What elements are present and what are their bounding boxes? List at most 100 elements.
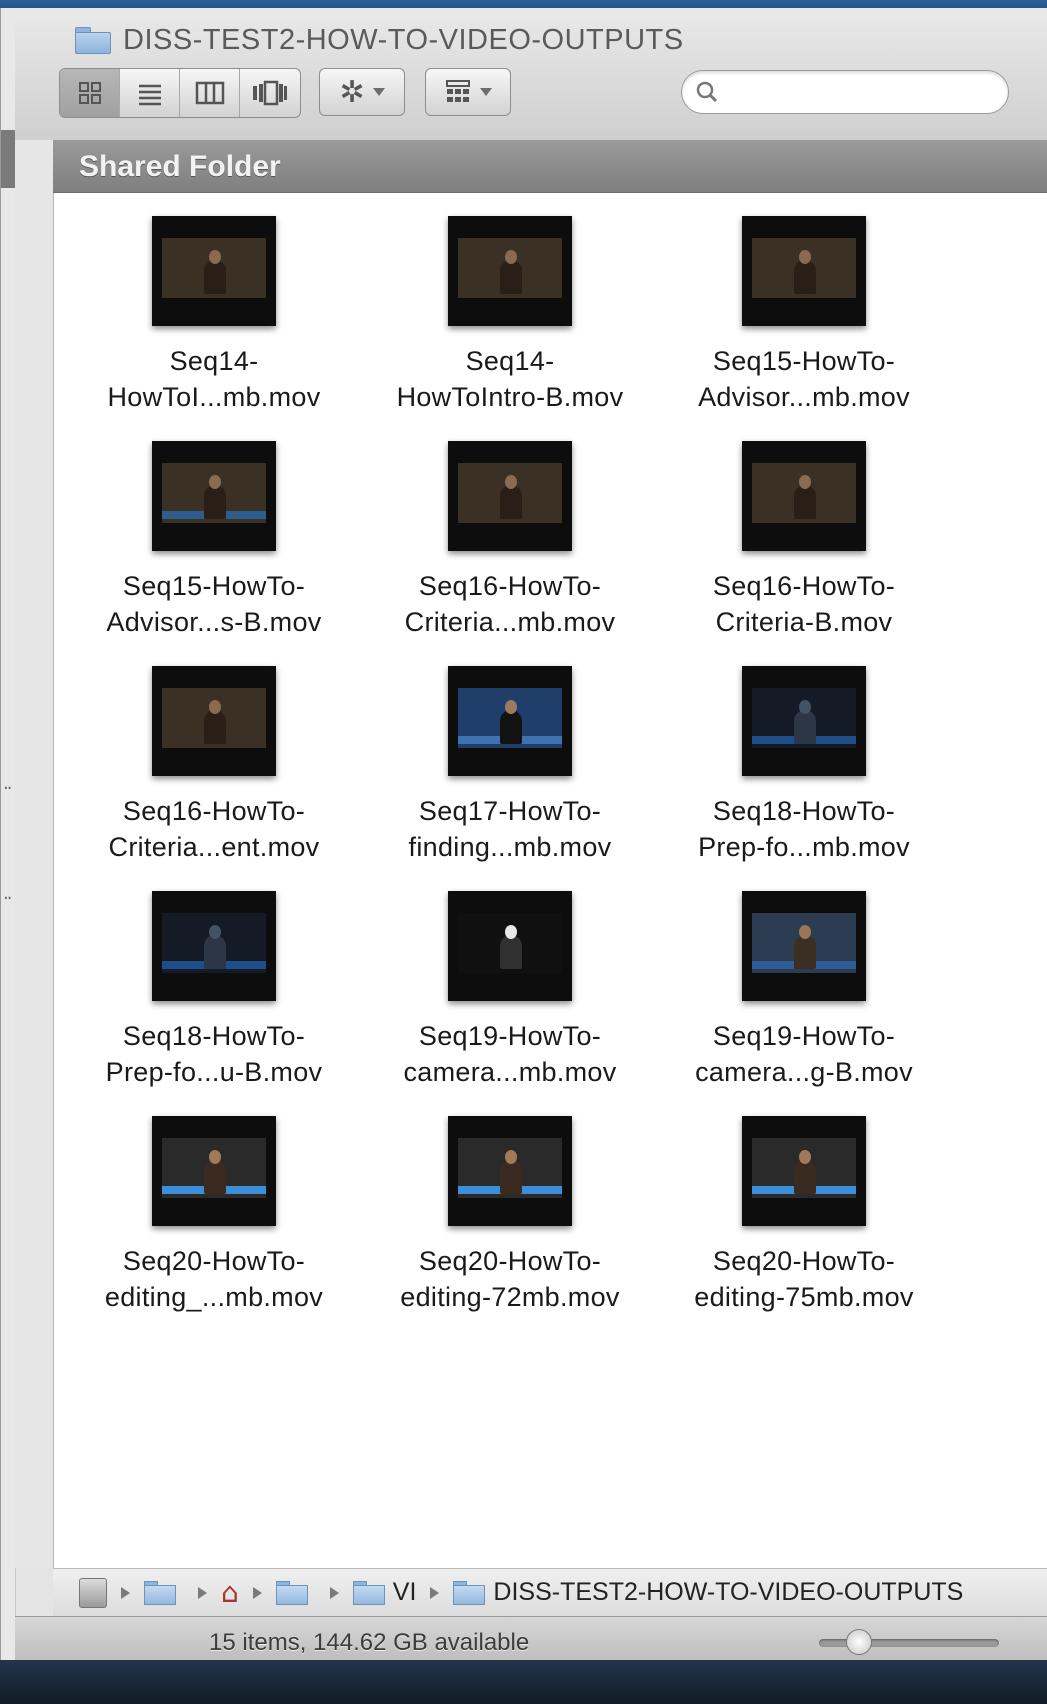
column-view-button[interactable] xyxy=(180,69,240,117)
file-item[interactable]: Seq19-HowTo-camera...mb.mov xyxy=(360,886,660,1106)
file-item[interactable]: Seq15-HowTo- Advisor...s-B.mov xyxy=(64,436,364,656)
path-item-users[interactable] xyxy=(144,1580,184,1605)
arrange-grid-icon xyxy=(446,80,470,102)
file-item[interactable]: Seq19-HowTo-camera...g-B.mov xyxy=(654,886,954,1106)
file-name: Seq16-HowTo- Criteria-B.mov xyxy=(654,568,954,640)
person-silhouette xyxy=(500,710,522,744)
file-item[interactable]: Seq20-HowTo-editing_...mb.mov xyxy=(64,1111,364,1331)
file-name: Seq14- HowToIntro-B.mov xyxy=(360,343,660,415)
video-thumbnail[interactable] xyxy=(447,436,573,556)
search-field[interactable] xyxy=(681,70,1009,114)
file-item[interactable]: Seq16-HowTo- Criteria-B.mov xyxy=(654,436,954,656)
video-thumbnail[interactable] xyxy=(151,661,277,781)
person-silhouette xyxy=(204,1160,226,1194)
movie-file-icon xyxy=(742,891,866,1001)
file-name-line1: Seq18-HowTo- xyxy=(122,1021,306,1051)
list-view-button[interactable] xyxy=(120,69,180,117)
hard-disk-icon xyxy=(79,1577,107,1608)
window-title-row: DISS-TEST2-HOW-TO-VIDEO-OUTPUTS xyxy=(75,20,684,60)
person-silhouette xyxy=(794,710,816,744)
folder-icon xyxy=(352,1580,385,1605)
path-arrow-icon xyxy=(252,1586,262,1599)
icon-view-button[interactable] xyxy=(60,69,120,117)
person-silhouette xyxy=(204,710,226,744)
person-silhouette xyxy=(204,485,226,519)
path-arrow-icon xyxy=(198,1586,207,1599)
path-item-disk[interactable] xyxy=(79,1577,107,1608)
resize-grip-icon[interactable]: ·· xyxy=(3,888,13,909)
person-silhouette xyxy=(794,260,816,294)
file-item[interactable]: Seq18-HowTo- Prep-fo...mb.mov xyxy=(654,661,954,881)
file-item[interactable]: Seq17-HowTo-finding...mb.mov xyxy=(360,661,660,881)
file-item[interactable]: Seq16-HowTo- Criteria...ent.mov xyxy=(64,661,364,881)
file-item[interactable]: Seq14- HowToIntro-B.mov xyxy=(360,211,660,431)
video-thumbnail[interactable] xyxy=(741,661,867,781)
person-silhouette xyxy=(794,1160,816,1194)
path-arrow-icon xyxy=(329,1586,339,1599)
arrange-menu-button[interactable] xyxy=(425,68,511,116)
video-thumbnail[interactable] xyxy=(741,436,867,556)
path-item-documents[interactable] xyxy=(275,1580,316,1605)
person-silhouette xyxy=(204,935,226,969)
path-separator xyxy=(107,1586,144,1599)
path-arrow-icon xyxy=(430,1586,440,1599)
file-name-line1: Seq19-HowTo- xyxy=(712,1021,896,1051)
video-thumbnail[interactable] xyxy=(741,886,867,1006)
path-item-vi[interactable]: VI xyxy=(352,1578,416,1607)
user-folder-icon xyxy=(144,1580,176,1605)
video-thumbnail[interactable] xyxy=(151,436,277,556)
video-frame xyxy=(458,238,562,298)
file-name-line1: Seq19-HowTo- xyxy=(418,1021,602,1051)
person-head xyxy=(799,1150,811,1164)
search-input[interactable] xyxy=(730,79,994,107)
file-name: Seq15-HowTo- Advisor...mb.mov xyxy=(654,343,954,415)
person-silhouette xyxy=(794,485,816,519)
video-thumbnail[interactable] xyxy=(447,211,573,331)
video-frame xyxy=(162,688,266,748)
section-title: Shared Folder xyxy=(79,150,281,183)
file-item[interactable]: Seq16-HowTo- Criteria...mb.mov xyxy=(360,436,660,656)
file-item[interactable]: Seq14- HowToI...mb.mov xyxy=(64,211,364,431)
video-thumbnail[interactable] xyxy=(447,1111,573,1231)
video-frame xyxy=(162,913,266,973)
path-item-home[interactable]: ⌂ xyxy=(221,1576,239,1609)
file-name-line1: Seq14- xyxy=(169,346,259,376)
coverflow-view-button[interactable] xyxy=(240,69,300,117)
person-head xyxy=(209,925,221,939)
person-head xyxy=(209,250,221,264)
person-silhouette xyxy=(500,260,522,294)
video-frame xyxy=(162,463,266,523)
resize-grip-icon[interactable]: ·· xyxy=(3,778,13,799)
file-item[interactable]: Seq15-HowTo- Advisor...mb.mov xyxy=(654,211,954,431)
path-separator xyxy=(184,1586,221,1599)
file-name: Seq20-HowTo-editing-72mb.mov xyxy=(360,1243,660,1315)
file-item[interactable]: Seq20-HowTo-editing-72mb.mov xyxy=(360,1111,660,1331)
movie-file-icon xyxy=(448,441,572,551)
path-item-current[interactable]: DISS-TEST2-HOW-TO-VIDEO-OUTPUTS xyxy=(453,1578,963,1607)
video-thumbnail[interactable] xyxy=(151,1111,277,1231)
video-thumbnail[interactable] xyxy=(447,886,573,1006)
video-frame xyxy=(458,688,562,748)
path-arrow-icon xyxy=(121,1586,130,1599)
file-item[interactable]: Seq18-HowTo- Prep-fo...u-B.mov xyxy=(64,886,364,1106)
icon-size-slider-knob[interactable] xyxy=(845,1629,872,1655)
file-name: Seq18-HowTo- Prep-fo...mb.mov xyxy=(654,793,954,865)
file-name-line2: HowToIntro-B.mov xyxy=(396,382,624,412)
video-thumbnail[interactable] xyxy=(447,661,573,781)
action-menu-button[interactable]: ✲ xyxy=(319,68,405,116)
video-thumbnail[interactable] xyxy=(151,886,277,1006)
movie-file-icon xyxy=(448,1116,572,1226)
file-name-line1: Seq15-HowTo- xyxy=(122,571,306,601)
file-name-line2: Prep-fo...u-B.mov xyxy=(105,1057,323,1087)
person-silhouette xyxy=(204,260,226,294)
chevron-down-icon xyxy=(372,88,385,96)
video-thumbnail[interactable] xyxy=(741,211,867,331)
video-thumbnail[interactable] xyxy=(741,1111,867,1231)
video-thumbnail[interactable] xyxy=(151,211,277,331)
file-name-line2: camera...g-B.mov xyxy=(695,1057,913,1087)
file-name-line2: Advisor...mb.mov xyxy=(698,382,910,412)
person-head xyxy=(505,925,517,939)
file-item[interactable]: Seq20-HowTo-editing-75mb.mov xyxy=(654,1111,954,1331)
file-name: Seq16-HowTo- Criteria...mb.mov xyxy=(360,568,660,640)
sidebar xyxy=(15,140,54,1568)
